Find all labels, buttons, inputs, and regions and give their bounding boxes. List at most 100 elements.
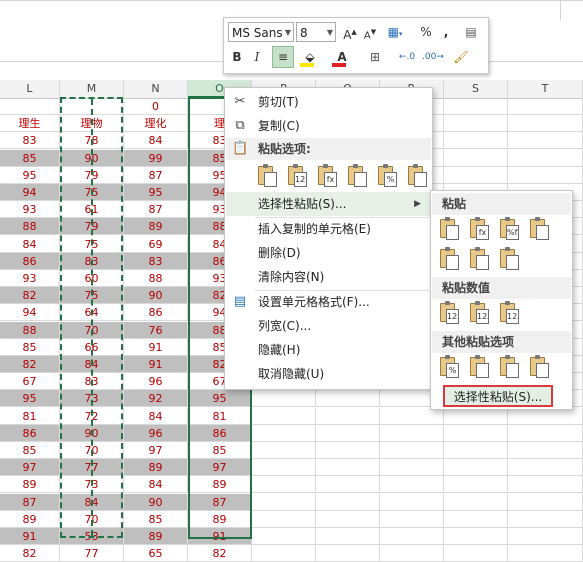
grid-cell[interactable]: 95 — [0, 166, 60, 184]
grid-cell[interactable]: 90 — [124, 287, 188, 305]
grid-cell[interactable]: 70 — [60, 321, 124, 339]
grid-cell[interactable]: 81 — [0, 407, 60, 425]
grid-cell[interactable]: 95 — [124, 184, 188, 201]
grid-cell[interactable] — [316, 424, 380, 442]
accounting-format-button[interactable]: ▦▾ — [384, 22, 406, 42]
grid-cell[interactable]: 理物 — [60, 115, 124, 133]
grid-cell[interactable] — [252, 528, 316, 545]
paste-option-icon[interactable] — [467, 247, 491, 273]
paste-option-icon[interactable]: fx — [315, 164, 339, 190]
column-header-N[interactable]: N — [124, 80, 188, 98]
grid-cell[interactable] — [316, 390, 380, 408]
grid-cell[interactable]: 91 — [188, 528, 252, 545]
menu-item-copy[interactable]: ⧉ 复制(C) — [226, 114, 431, 138]
grid-cell[interactable]: 86 — [0, 424, 60, 442]
grid-cell[interactable]: 75 — [60, 184, 124, 201]
grid-cell[interactable]: 75 — [60, 287, 124, 305]
grid-cell[interactable]: 77 — [60, 545, 124, 562]
menu-item-column-width[interactable]: 列宽(C)... — [226, 314, 431, 338]
grid-cell[interactable]: 83 — [124, 252, 188, 270]
grid-cell[interactable]: 73 — [60, 390, 124, 408]
grid-cell[interactable]: 84 — [124, 132, 188, 150]
format-table-button[interactable]: ▤ — [462, 22, 480, 42]
grid-cell[interactable]: 88 — [124, 270, 188, 287]
grid-cell[interactable]: 84 — [0, 235, 60, 253]
grid-cell[interactable] — [380, 407, 444, 425]
grid-cell[interactable]: 89 — [0, 510, 60, 528]
grid-cell[interactable]: 65 — [124, 545, 188, 562]
grid-cell[interactable]: 70 — [60, 442, 124, 459]
grid-cell[interactable]: 96 — [124, 373, 188, 391]
grid-cell[interactable]: 97 — [0, 459, 60, 477]
grid-cell[interactable]: 82 — [0, 287, 60, 305]
grid-cell[interactable] — [252, 407, 316, 425]
grid-cell[interactable]: 53 — [60, 528, 124, 545]
grid-cell[interactable] — [316, 407, 380, 425]
grid-cell[interactable]: 89 — [0, 476, 60, 494]
grid-cell[interactable]: 86 — [0, 252, 60, 270]
paste-option-icon[interactable]: fx — [467, 217, 491, 243]
grid-cell[interactable] — [444, 407, 508, 425]
paste-values-icon[interactable]: 123 — [467, 301, 491, 327]
grid-cell[interactable]: 0 — [124, 98, 188, 115]
grid-cell[interactable]: 88 — [0, 321, 60, 339]
grid-cell[interactable] — [316, 528, 380, 545]
grid-cell[interactable]: 95 — [188, 390, 252, 408]
grid-cell[interactable] — [508, 149, 583, 167]
grid-cell[interactable]: 90 — [60, 424, 124, 442]
paste-option-icon[interactable] — [255, 164, 279, 190]
grid-cell[interactable]: 87 — [188, 493, 252, 511]
grid-cell[interactable] — [444, 115, 508, 133]
grid-cell[interactable]: 82 — [0, 545, 60, 562]
grid-cell[interactable] — [508, 115, 583, 133]
grid-cell[interactable] — [316, 459, 380, 477]
grid-cell[interactable]: 85 — [188, 442, 252, 459]
grid-cell[interactable] — [508, 166, 583, 184]
column-header-T[interactable]: T — [508, 80, 583, 98]
grid-cell[interactable]: 84 — [60, 493, 124, 511]
grid-cell[interactable] — [252, 442, 316, 459]
font-name-box[interactable]: MS Sans ▼ — [228, 22, 294, 42]
paste-option-icon[interactable] — [527, 217, 551, 243]
grid-cell[interactable] — [0, 98, 60, 115]
grid-cell[interactable] — [380, 442, 444, 459]
grid-cell[interactable] — [380, 545, 444, 562]
grid-cell[interactable]: 94 — [0, 304, 60, 322]
grid-cell[interactable]: 94 — [0, 184, 60, 201]
grid-cell[interactable]: 86 — [124, 304, 188, 322]
grid-cell[interactable]: 91 — [124, 338, 188, 356]
grid-cell[interactable] — [252, 459, 316, 477]
grid-cell[interactable]: 86 — [188, 424, 252, 442]
increase-decimal-button[interactable]: ←.0 — [396, 47, 418, 67]
grid-cell[interactable]: 91 — [0, 528, 60, 545]
comma-style-button[interactable]: , — [440, 22, 452, 42]
grid-cell[interactable]: 93 — [0, 201, 60, 219]
grid-cell[interactable] — [444, 424, 508, 442]
grid-cell[interactable] — [508, 98, 583, 115]
paste-option-icon[interactable] — [437, 247, 461, 273]
grid-cell[interactable]: 87 — [0, 493, 60, 511]
grid-cell[interactable]: 90 — [60, 149, 124, 167]
grid-cell[interactable] — [380, 528, 444, 545]
menu-item-unhide[interactable]: 取消隐藏(U) — [226, 362, 431, 386]
grid-cell[interactable] — [444, 132, 508, 150]
grid-cell[interactable] — [252, 390, 316, 408]
grid-cell[interactable]: 77 — [60, 459, 124, 477]
column-header-S[interactable]: S — [444, 80, 508, 98]
grid-cell[interactable] — [252, 510, 316, 528]
grid-cell[interactable]: 99 — [124, 149, 188, 167]
grow-font-button[interactable]: A▲ — [341, 22, 359, 42]
grid-cell[interactable]: 83 — [0, 132, 60, 150]
center-align-button[interactable]: ≡ — [272, 46, 294, 68]
grid-cell[interactable] — [380, 493, 444, 511]
grid-cell[interactable]: 84 — [124, 407, 188, 425]
grid-cell[interactable]: 85 — [124, 510, 188, 528]
grid-cell[interactable]: 67 — [0, 373, 60, 391]
grid-cell[interactable]: 96 — [124, 424, 188, 442]
grid-cell[interactable]: 79 — [60, 166, 124, 184]
menu-item-paste-special[interactable]: 选择性粘贴(S)... ▶ — [226, 192, 431, 216]
grid-cell[interactable]: 89 — [124, 459, 188, 477]
grid-cell[interactable]: 82 — [0, 356, 60, 373]
grid-cell[interactable] — [444, 98, 508, 115]
bold-button[interactable]: B — [229, 47, 245, 67]
